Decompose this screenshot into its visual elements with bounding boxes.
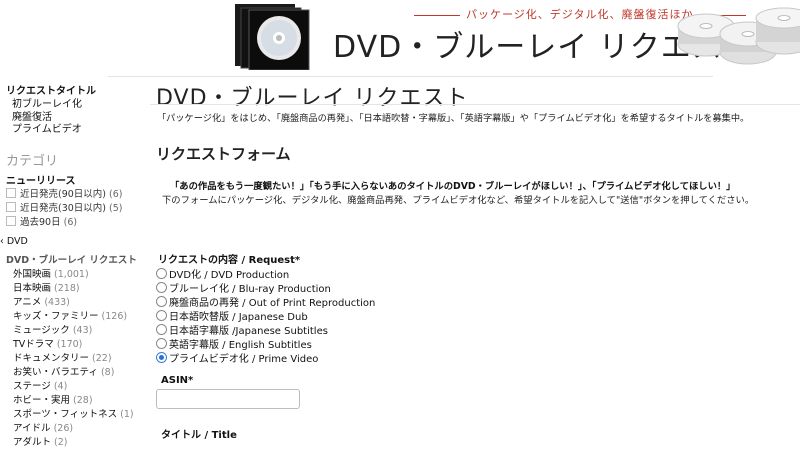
genre-label: スポーツ・フィットネス [13,409,118,420]
genre-count: (1,001) [54,269,89,280]
genre-count: (2) [54,437,68,448]
genre-label: TVドラマ [13,339,54,350]
filter-label: 近日発売(90日以内) [20,189,107,200]
dvd-back-link[interactable]: ‹ DVD [0,236,28,247]
request-option-bluray[interactable]: ブルーレイ化 / Blu-ray Production [156,280,331,295]
category-heading: カテゴリ [6,154,59,169]
form-intro-bold: 「あの作品をもう一度観たい！」「もう手に入らないあのタイトルのDVD・ブルーレイ… [170,181,736,192]
genre-link[interactable]: アダルト (2) [13,434,68,448]
request-option-japanese-dub[interactable]: 日本語吹替版 / Japanese Dub [156,308,308,323]
genre-link[interactable]: TVドラマ (170) [13,336,82,350]
genre-label: ドキュメンタリー [13,353,90,364]
genre-label: ミュージック [13,325,70,336]
request-option-japanese-subtitles[interactable]: 日本語字幕版 /Japanese Subtitles [156,322,328,337]
checkbox[interactable] [6,216,16,226]
radio-button[interactable] [156,310,167,321]
genre-count: (8) [100,367,115,378]
genre-count: (43) [72,325,93,336]
radio-button[interactable] [156,338,167,349]
genre-label: ホビー・実用 [13,395,71,406]
request-option-prime-video[interactable]: プライムビデオ化 / Prime Video [156,350,318,365]
genre-link[interactable]: キッズ・ファミリー (126) [13,308,127,322]
genre-link[interactable]: ステージ (4) [13,378,67,392]
genre-link[interactable]: ドキュメンタリー (22) [13,350,112,364]
radio-button[interactable] [156,268,167,279]
filter-90-days[interactable]: 近日発売(90日以内) (6) [6,186,123,200]
filter-count: (6) [109,189,123,200]
page-description: 「パッケージ化」をはじめ、「廃盤商品の再発」、「日本語吹替・字幕版」、「英語字幕… [157,113,750,124]
genre-link[interactable]: スポーツ・フィットネス (1) [13,406,134,420]
genre-label: 日本映画 [13,283,52,294]
genre-count: (433) [44,297,70,308]
request-type-label: リクエストの内容 / Request* [158,255,301,266]
title-label: タイトル / Title [161,430,237,441]
filter-30-days[interactable]: 近日発売(30日以内) (5) [6,200,123,214]
genre-label: アダルト [13,437,52,448]
form-title: リクエストフォーム [156,145,291,163]
form-intro-text: 下のフォームにパッケージ化、デジタル化、廃盤商品再発、プライムビデオ化など、希望… [162,195,755,206]
genre-label: お笑い・バラエティ [13,367,98,378]
page-title: DVD・ブルーレイ リクエスト [156,86,469,111]
sidebar-sub-prime-video[interactable]: プライムビデオ [12,120,82,135]
genre-label: アニメ [13,297,42,308]
radio-button[interactable] [156,296,167,307]
request-option-english-subtitles[interactable]: 英語字幕版 / English Subtitles [156,336,312,351]
genre-label: 外国映画 [13,269,52,280]
request-option-dvd[interactable]: DVD化 / DVD Production [156,266,289,281]
genre-link[interactable]: アニメ (433) [13,294,70,308]
disc-stack-image [676,6,800,68]
genre-link[interactable]: ホビー・実用 (28) [13,392,93,406]
option-label: プライムビデオ化 / Prime Video [169,354,319,365]
genre-count: (28) [73,395,93,406]
request-option-out-of-print[interactable]: 廃盤商品の再発 / Out of Print Reproduction [156,294,375,309]
filter-label: 過去90日 [20,217,61,228]
filter-label: 近日発売(30日以内) [20,203,107,214]
genre-label: アイドル [13,423,51,434]
asin-label: ASIN* [161,375,194,386]
genre-link[interactable]: 日本映画 (218) [13,280,80,294]
radio-button-selected[interactable] [156,352,167,363]
genre-count: (218) [54,283,80,294]
dvd-cases-image [233,0,333,71]
banner: パッケージ化、デジタル化、廃盤復活ほか DVD・ブルーレイ リクエスト [0,0,800,77]
dvd-request-category: DVD・ブルーレイ リクエスト [6,255,137,266]
filter-count: (6) [63,217,78,228]
title-divider [150,104,800,105]
genre-link[interactable]: 外国映画 (1,001) [13,266,89,280]
radio-button[interactable] [156,324,167,335]
new-release-heading: ニューリリース [6,176,76,187]
genre-count: (22) [92,353,112,364]
checkbox[interactable] [6,188,16,198]
genre-count: (126) [101,311,128,322]
genre-link[interactable]: お笑い・バラエティ (8) [13,364,114,378]
radio-button[interactable] [156,282,167,293]
genre-link[interactable]: アイドル (26) [13,420,73,434]
checkbox[interactable] [6,202,16,212]
genre-label: ステージ [13,381,51,392]
genre-count: (26) [53,423,74,434]
banner-inner: パッケージ化、デジタル化、廃盤復活ほか DVD・ブルーレイ リクエスト [108,0,800,77]
genre-label: キッズ・ファミリー [13,311,99,322]
genre-count: (1) [120,409,134,420]
filter-count: (5) [109,203,123,214]
asin-input[interactable] [156,389,300,409]
genre-count: (4) [53,381,68,392]
filter-past-90-days[interactable]: 過去90日 (6) [6,214,77,228]
genre-count: (170) [56,339,83,350]
genre-link[interactable]: ミュージック (43) [13,322,92,336]
